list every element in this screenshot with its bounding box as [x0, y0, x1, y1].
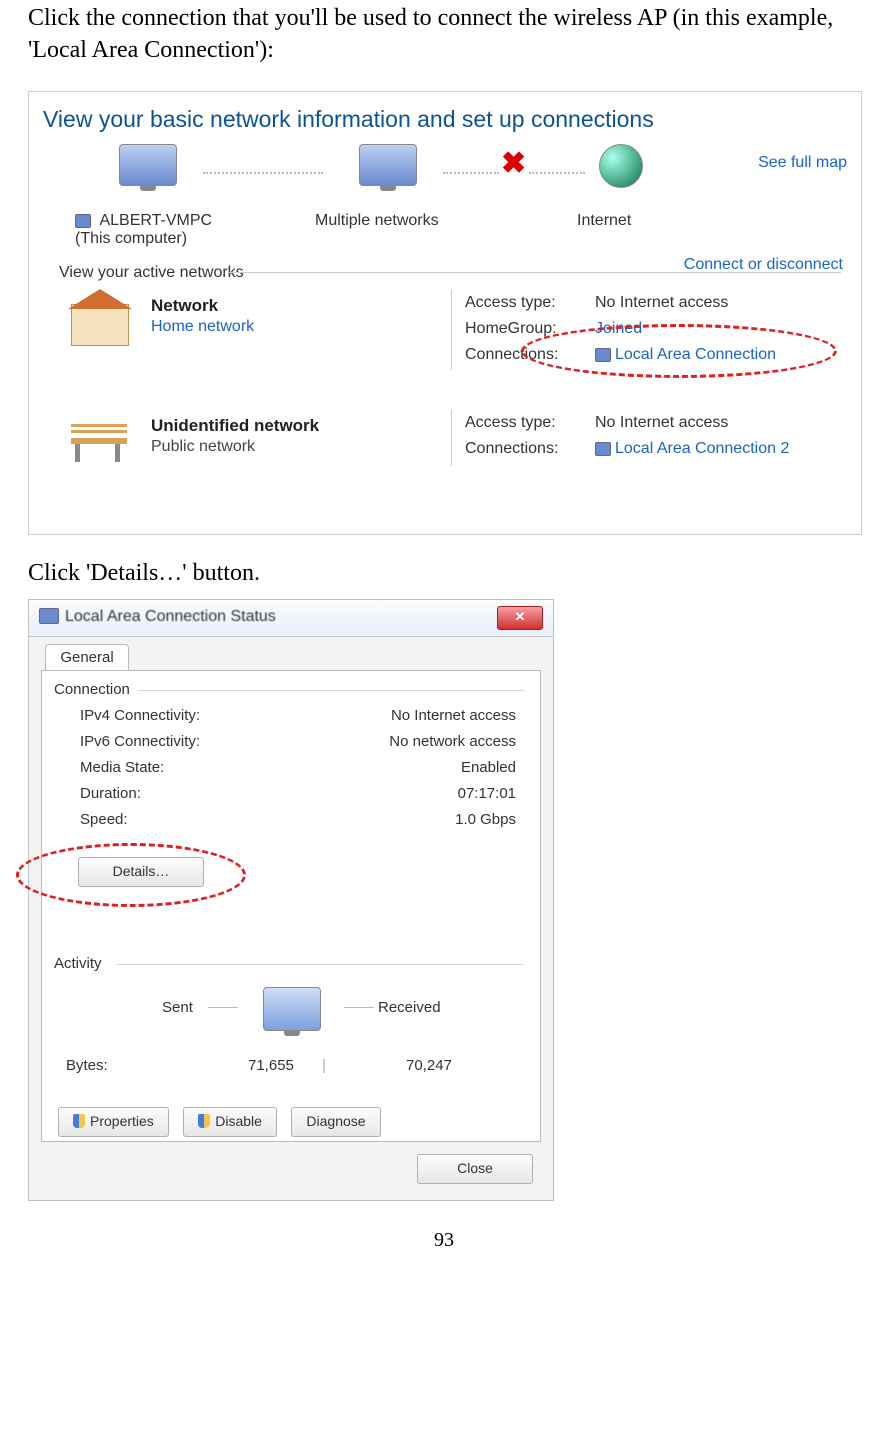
pc-icon: [119, 144, 177, 186]
network-card-home: Network Home network Access type: HomeGr…: [69, 290, 839, 390]
instruction-text-1: Click the connection that you'll be used…: [28, 2, 860, 67]
dialog-titlebar: Local Area Connection Status ✕: [29, 600, 553, 637]
disable-button[interactable]: Disable: [183, 1107, 277, 1137]
group-activity-label: Activity: [54, 955, 102, 972]
tab-general[interactable]: General: [45, 644, 129, 671]
connection-status-dialog: Local Area Connection Status ✕ General C…: [28, 599, 554, 1201]
nic-icon-2: [595, 442, 611, 456]
bytes-received: 70,247: [406, 1057, 452, 1074]
network-name-1: Network: [151, 296, 218, 316]
active-networks-label: View your active networks: [59, 264, 244, 282]
network1-keys: Access type: HomeGroup: Connections:: [465, 294, 558, 372]
networks-icon: [359, 144, 417, 186]
network2-values: No Internet access Local Area Connection…: [595, 414, 789, 466]
tab-panel: Connection IPv4 Connectivity:No Internet…: [41, 670, 541, 1142]
network-name-2: Unidentified network: [151, 416, 319, 436]
diagnose-button[interactable]: Diagnose: [291, 1107, 380, 1137]
connect-disconnect-link[interactable]: Connect or disconnect: [684, 256, 843, 274]
received-label: Received: [378, 999, 441, 1016]
row-ipv6: IPv6 Connectivity:No network access: [80, 733, 516, 757]
see-full-map-link[interactable]: See full map: [758, 154, 847, 172]
network-card-public: Unidentified network Public network Acce…: [69, 410, 839, 510]
network-type-link-2[interactable]: Public network: [151, 438, 255, 456]
house-icon: [71, 304, 129, 346]
activity-icon: [242, 987, 342, 1047]
homegroup-link[interactable]: Joined: [595, 320, 776, 346]
row-duration: Duration:07:17:01: [80, 785, 516, 809]
local-area-connection-link[interactable]: Local Area Connection: [595, 346, 776, 372]
pc-sub: (This computer): [75, 230, 187, 248]
nic-icon-title: [39, 608, 59, 624]
page-number: 93: [28, 1229, 860, 1252]
internet-icon: [599, 144, 643, 188]
shield-icon: [73, 1114, 85, 1128]
row-speed: Speed:1.0 Gbps: [80, 811, 516, 835]
network-sharing-center-screenshot: View your basic network information and …: [28, 91, 862, 535]
instruction-text-2: Click 'Details…' button.: [28, 557, 860, 589]
network2-keys: Access type: Connections:: [465, 414, 558, 466]
network-type-link-1[interactable]: Home network: [151, 318, 254, 336]
access-type-2: No Internet access: [595, 414, 789, 440]
multiple-networks-label: Multiple networks: [315, 212, 439, 230]
panel-title: View your basic network information and …: [43, 106, 654, 133]
bench-icon: [69, 420, 129, 464]
shield-icon: [198, 1114, 210, 1128]
details-button[interactable]: Details…: [78, 857, 204, 887]
row-ipv4: IPv4 Connectivity:No Internet access: [80, 707, 516, 731]
pc-name: ALBERT-VMPC: [99, 212, 212, 230]
sent-label: Sent: [162, 999, 193, 1016]
dialog-title: Local Area Connection Status: [65, 608, 276, 626]
pc-small-icon: [75, 214, 91, 228]
local-area-connection-2-link[interactable]: Local Area Connection 2: [595, 440, 789, 466]
nic-icon: [595, 348, 611, 362]
x-icon: ✖: [501, 146, 526, 181]
row-media: Media State:Enabled: [80, 759, 516, 783]
close-button[interactable]: Close: [417, 1154, 533, 1184]
network1-values: No Internet access Joined Local Area Con…: [595, 294, 776, 372]
access-type-1: No Internet access: [595, 294, 776, 320]
properties-button[interactable]: Properties: [58, 1107, 169, 1137]
close-button-x[interactable]: ✕: [497, 606, 543, 630]
bytes-sent: 71,655: [248, 1057, 294, 1074]
bytes-row: Bytes: 71,655 | 70,247: [66, 1057, 516, 1074]
internet-label: Internet: [577, 212, 631, 230]
group-connection-label: Connection: [54, 681, 130, 698]
